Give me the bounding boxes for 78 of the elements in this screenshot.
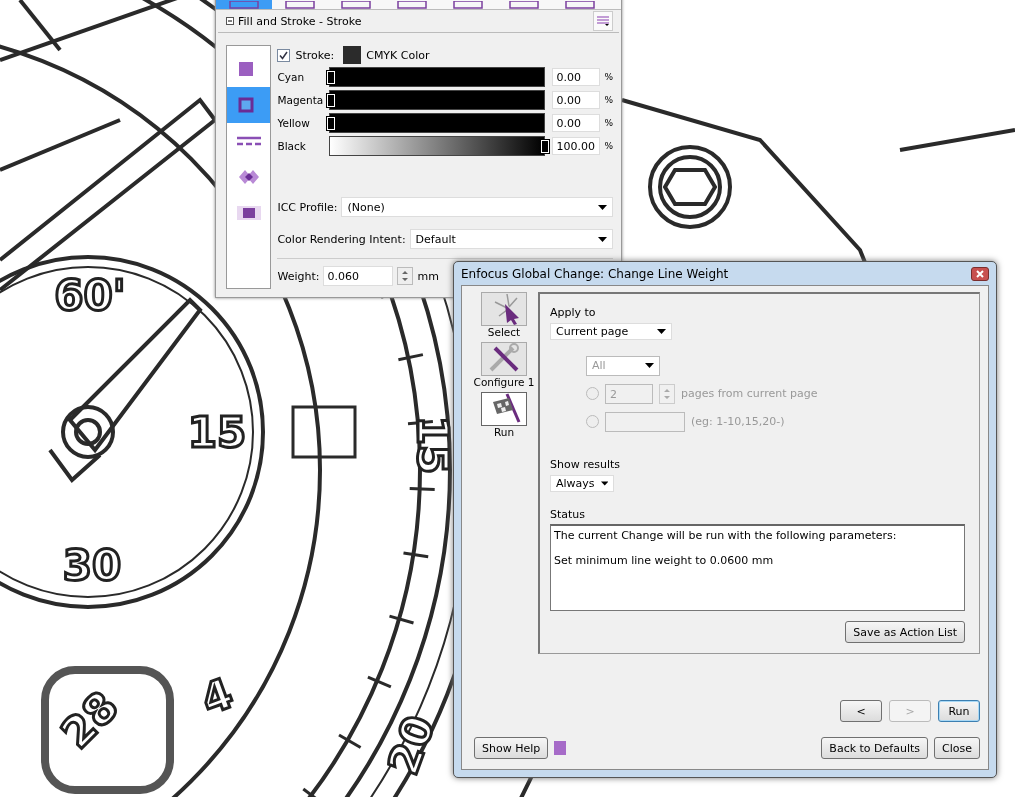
color-slider[interactable] [329,66,546,87]
back-to-defaults-button[interactable]: Back to Defaults [821,737,929,759]
icc-profile-dropdown[interactable]: (None) [341,197,613,217]
page-scope-dropdown: All [586,355,660,376]
spinner-icon [659,383,675,404]
channel-label: Magenta [277,93,325,106]
caret-icon [598,204,607,210]
run-button[interactable]: Run [938,700,980,722]
menu-icon [597,16,609,26]
channel-label: Black [277,139,307,152]
stroke-checkbox[interactable] [277,48,291,62]
save-action-list-button[interactable]: Save as Action List [845,621,965,643]
collapse-icon [226,17,234,25]
color-swatch[interactable] [343,46,362,64]
tab-icon [397,1,427,9]
tab-icon [341,1,371,9]
panel-title: Fill and Stroke - Stroke [238,14,363,28]
range-hint: (eg: 1-10,15,20-) [691,415,785,429]
close-icon [976,269,984,278]
slider-thumb[interactable] [541,139,550,153]
channel-label: Yellow [277,116,311,129]
slider-thumb[interactable] [327,116,336,130]
back-button[interactable]: < [840,700,882,722]
channel-value-field[interactable]: 100.00 [552,136,601,155]
percent-label: % [604,71,613,82]
channel-value-field[interactable]: 0.00 [552,90,601,109]
rendering-intent-dropdown[interactable]: Default [409,229,613,249]
dial-number: 20 [378,709,445,781]
show-results-dropdown[interactable]: Always [550,474,614,492]
channel-value-field[interactable]: 0.00 [552,67,601,86]
percent-label: % [604,94,613,105]
tab-icon [509,1,539,9]
weight-label: Weight: [277,269,320,283]
tab-icon [565,1,595,9]
stroke-label: Stroke: [295,48,335,62]
channel-label: Cyan [277,70,306,83]
status-text: The current Change will be run with the following parameters: [554,528,898,542]
weight-field[interactable]: 0.060 [323,266,394,286]
transparency-icon [236,204,261,222]
show-results-label: Show results [550,457,622,471]
slider-thumb[interactable] [327,70,336,84]
caret-icon [645,363,654,369]
icc-profile-label: ICC Profile: [277,200,338,214]
color-mode-label: CMYK Color [366,48,430,62]
status-text: Set minimum line weight to 0.0600 mm [554,553,775,567]
dial-number: 60' [54,271,126,320]
overlap-icon [236,168,261,186]
dialog-title: Enfocus Global Change: Change Line Weight [461,266,730,281]
category-item[interactable] [227,87,271,123]
range-hint: pages from current page [681,387,818,401]
dial-number: 30 [62,541,122,590]
dial-number: 4 [194,668,240,725]
percent-label: % [604,140,613,151]
status-label: Status [550,507,587,521]
caret-icon [657,328,666,334]
range-field[interactable] [605,411,685,432]
tab-icon [453,1,483,9]
check-icon [279,50,289,60]
unit-label: mm [417,269,439,283]
caret-icon [600,480,608,486]
apply-to-dropdown[interactable]: Current page [550,323,672,340]
percent-label: % [604,117,613,128]
rendering-intent-label: Color Rendering Intent: [277,232,406,246]
slider-thumb[interactable] [327,93,336,107]
spinner-icon [397,267,414,285]
show-help-button[interactable]: Show Help [474,737,549,759]
tab-icon [285,1,315,9]
close-button[interactable] [971,266,989,281]
close-dialog-button[interactable]: Close [934,737,980,759]
dial-number: 28 [51,681,128,758]
color-slider[interactable] [329,89,546,110]
apply-to-label: Apply to [550,306,597,320]
channel-value-field[interactable]: 0.00 [552,113,601,132]
dial-number: 15 [187,408,247,457]
color-slider[interactable] [329,112,546,133]
dial-number: 15 [408,415,457,475]
caret-icon [598,236,607,242]
tab-icon [229,1,259,9]
